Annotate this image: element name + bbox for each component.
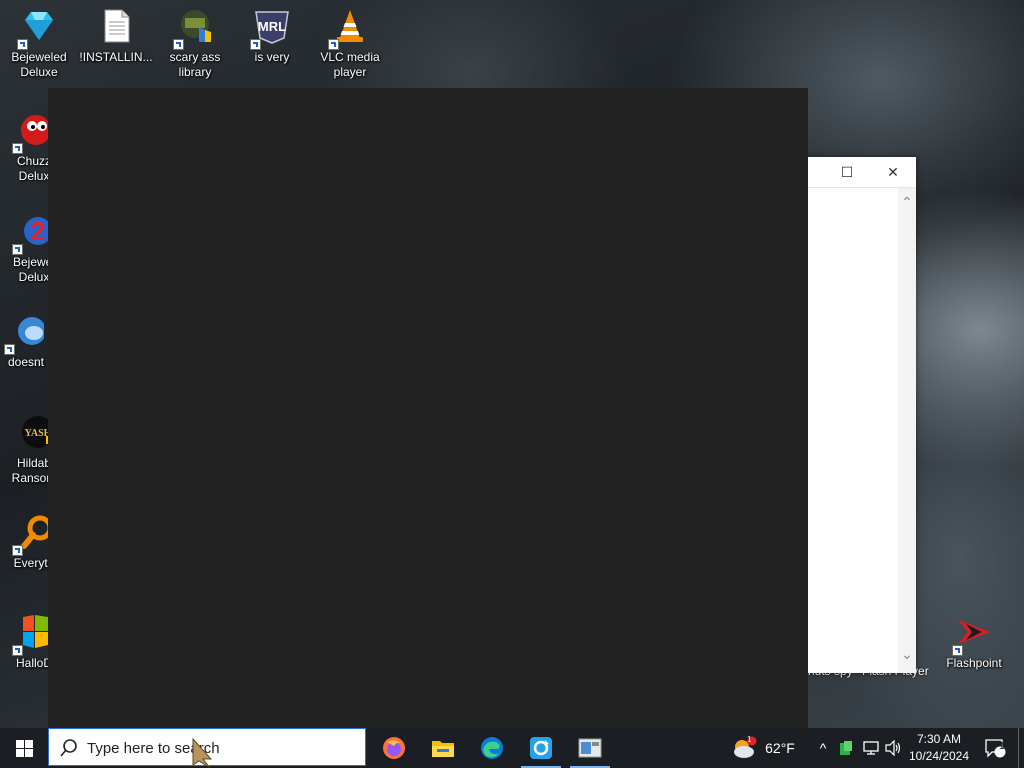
maximize-icon: ☐ (840, 163, 854, 180)
shortcut-arrow-icon (952, 645, 963, 656)
library-icon (173, 8, 213, 50)
windows-logo-icon (15, 739, 33, 757)
search-icon (60, 739, 77, 757)
taskbar-app-edge[interactable] (468, 728, 516, 768)
weather-widget[interactable]: 1 62°F (728, 728, 798, 768)
dark-blank-window[interactable] (48, 88, 808, 728)
maximize-button[interactable]: ☐ (824, 157, 870, 187)
volume-tray-button[interactable] (882, 728, 904, 768)
shortcut-arrow-icon (173, 39, 184, 50)
everything-search-icon (12, 514, 53, 556)
window-titlebar: ☐ ✕ (808, 157, 916, 188)
vertical-scrollbar[interactable]: ⌃ ⌄ (898, 188, 916, 673)
refresh-app-icon (530, 737, 552, 759)
weather-badge: 1 (747, 735, 752, 744)
file-explorer-icon (432, 741, 454, 757)
show-desktop-button[interactable] (1018, 728, 1024, 768)
svg-text:2: 2 (31, 216, 45, 246)
desktop-icon-installing[interactable]: !INSTALLIN... (78, 8, 154, 65)
taskbar-app-firefox[interactable] (370, 728, 418, 768)
shortcut-arrow-icon (12, 143, 23, 154)
tray-app-icon[interactable] (836, 728, 856, 768)
taskbar: Type here to search 1 62°F ^ 7:30 AM 10/… (0, 728, 1024, 768)
flashpoint-icon (952, 614, 992, 656)
taskbar-clock[interactable]: 7:30 AM 10/24/2024 (904, 731, 974, 765)
network-tray-button[interactable] (860, 728, 882, 768)
shortcut-arrow-icon (328, 39, 339, 50)
cursor-creature-icon (192, 737, 213, 767)
show-hidden-icons-button[interactable]: ^ (812, 728, 834, 768)
desktop-icon-vlc-media-player[interactable]: VLC media player (312, 8, 388, 80)
close-icon: ✕ (887, 163, 899, 180)
chevron-up-icon: ^ (819, 740, 827, 756)
desktop-icon-flashpoint[interactable]: Flashpoint (936, 614, 1012, 671)
start-button[interactable] (0, 728, 48, 768)
windows-shield-icon (12, 614, 52, 656)
svg-text:MRL: MRL (258, 19, 286, 34)
desktop-icon-is-very[interactable]: MRL is very (234, 8, 310, 65)
close-button[interactable]: ✕ (870, 157, 916, 187)
taskbar-app-refresh[interactable] (517, 728, 565, 768)
bejeweled2-icon: 2 (12, 213, 52, 255)
scroll-down-icon[interactable]: ⌄ (898, 646, 916, 663)
clock-time: 7:30 AM (916, 732, 962, 746)
bird-icon (4, 313, 46, 355)
yash-icon: YASH (16, 414, 54, 450)
clock-date: 10/24/2024 (908, 749, 970, 763)
taskbar-app-file-explorer[interactable] (419, 728, 467, 768)
partly-cloudy-icon (734, 736, 757, 758)
action-center-button[interactable]: 1 (978, 728, 1012, 768)
shortcut-arrow-icon (12, 244, 23, 255)
shortcut-arrow-icon (250, 39, 261, 50)
desktop-icon-bejeweled-deluxe[interactable]: Bejeweled Deluxe (1, 8, 77, 80)
vlc-cone-icon (328, 8, 368, 50)
window-app-icon (578, 738, 602, 758)
scroll-up-icon[interactable]: ⌃ (898, 194, 916, 211)
shortcut-arrow-icon (17, 39, 28, 50)
desktop-icon-scary-ass-library[interactable]: scary ass library (157, 8, 233, 80)
firefox-icon (383, 737, 405, 759)
background-window: ☐ ✕ ⌃ ⌄ (808, 157, 916, 673)
network-icon (863, 741, 879, 755)
weather-temperature: 62°F (765, 740, 795, 756)
notification-count: 1 (999, 741, 1005, 752)
diamond-icon (17, 8, 57, 50)
shortcut-arrow-icon (4, 344, 15, 355)
shortcut-arrow-icon (12, 545, 23, 556)
speaker-icon (885, 740, 901, 756)
green-app-tray-icon (840, 741, 852, 755)
shortcut-arrow-icon (12, 645, 23, 656)
taskbar-search-box[interactable]: Type here to search (48, 728, 366, 767)
desktop: Bejeweled Deluxe !INSTALLIN... scary ass… (0, 0, 1024, 728)
mrl-logo-icon: MRL (250, 8, 290, 50)
edge-icon (481, 737, 503, 759)
taskbar-app-window[interactable] (566, 728, 614, 768)
text-file-icon (98, 8, 134, 44)
chuzzle-icon (12, 112, 52, 154)
